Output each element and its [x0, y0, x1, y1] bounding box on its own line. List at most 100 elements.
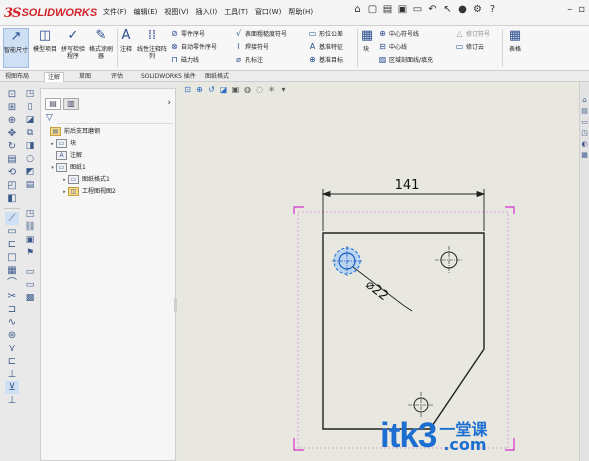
file-explorer-icon[interactable]: ▭ [581, 118, 589, 127]
help-icon[interactable]: ? [487, 4, 498, 16]
display-icon[interactable]: ◧ [5, 192, 19, 205]
format-painter-button[interactable]: ✎ 格式涂刷器 [88, 28, 114, 60]
center-mark-button[interactable]: ⊕ 中心符号线 [378, 28, 419, 39]
spell-check-button[interactable]: ✓ 拼写检验程序 [60, 28, 86, 60]
zoom-in-out-icon[interactable]: ⊕ [5, 114, 19, 127]
select-icon[interactable]: ↖ [442, 4, 453, 16]
open-icon[interactable]: ▤ [382, 4, 393, 16]
new-document-icon[interactable]: ▢ [367, 4, 378, 16]
tab-evaluate[interactable]: 评估 [108, 72, 126, 82]
print-icon[interactable]: ▭ [412, 4, 423, 16]
rotate-icon[interactable]: ⟲ [5, 166, 19, 179]
color-icon[interactable]: ◩ [23, 166, 37, 179]
cut-icon[interactable]: ◪ [23, 114, 37, 127]
sketch-arc-icon[interactable]: ⌒ [5, 277, 19, 290]
grid-icon[interactable]: ▤ [23, 179, 37, 192]
appearances-icon[interactable]: ◐ [581, 140, 589, 149]
expander-icon[interactable]: ▸ [61, 186, 68, 198]
menu-view[interactable]: 视图(V) [164, 7, 188, 17]
view-icon[interactable]: ◰ [5, 179, 19, 192]
sketch-relation-icon[interactable]: ⊻ [5, 381, 19, 394]
flag-icon[interactable]: ⚑ [23, 247, 37, 260]
model-items-button[interactable]: ◫ 模型项目 [32, 28, 58, 53]
solidworks-logo[interactable]: 3S SOLIDWORKS [4, 5, 97, 21]
chain-icon[interactable]: ⛓ [23, 221, 37, 234]
filter-icon[interactable]: ▽ [46, 113, 53, 123]
datum-target-button[interactable]: ⊕ 基准目标 [308, 54, 343, 65]
sketch-trim-icon[interactable]: ✂ [5, 290, 19, 303]
sketch-point-icon[interactable]: ⊛ [5, 329, 19, 342]
tab-sketch[interactable]: 草图 [76, 72, 94, 82]
rebuild-icon[interactable]: ● [457, 4, 468, 16]
home-icon[interactable]: ⌂ [352, 4, 363, 16]
tab-sheet-format[interactable]: 图纸格式 [202, 72, 232, 82]
redraw-icon[interactable]: ↻ [5, 140, 19, 153]
zoom-area-icon[interactable]: ⊕ [195, 85, 204, 94]
feature-tree-tab-icon[interactable]: ▤ [45, 98, 61, 110]
menu-edit[interactable]: 编辑(E) [134, 7, 158, 17]
menu-tools[interactable]: 工具(T) [224, 7, 248, 17]
width-dimension-text[interactable]: 141 [395, 178, 420, 193]
view-settings-icon[interactable]: ▾ [279, 85, 288, 94]
property-manager-tab-icon[interactable]: ▥ [63, 98, 79, 110]
annotation-view-icon[interactable]: ◳ [23, 88, 37, 101]
sketch-bracket-icon[interactable]: ⊏ [5, 355, 19, 368]
minimize-icon[interactable]: – [567, 4, 572, 15]
design-library-icon[interactable]: ▤ [581, 107, 589, 116]
selected-hole[interactable] [332, 246, 362, 276]
sketch-slot-icon[interactable]: ⊏ [5, 238, 19, 251]
tree-node-drawing-view2[interactable]: ▸ ◫ 工程图视图2 [43, 186, 175, 198]
tree-node-annotations[interactable]: A 注解 [43, 150, 175, 162]
surface-finish-button[interactable]: √ 表面粗糙度符号 [234, 28, 287, 39]
zoom-fit-icon[interactable]: ⊡ [5, 88, 19, 101]
tree-node-sheet-format1[interactable]: ▸ ▭ 图纸格式1 [43, 174, 175, 186]
zoom-to-fit-icon[interactable]: ⊡ [183, 85, 192, 94]
smart-dimension-button[interactable]: ↗ 智能尺寸 [3, 28, 29, 68]
centerline-button[interactable]: ⊟ 中心线 [378, 41, 407, 52]
restore-icon[interactable]: ▫ [578, 4, 585, 15]
blocks-button[interactable]: ▦ 块 [359, 28, 373, 53]
resources-icon[interactable]: ⌂ [581, 96, 589, 105]
menu-window[interactable]: 窗口(W) [255, 7, 281, 17]
sketch-base-icon[interactable]: ⊥ [5, 368, 19, 381]
sketch-offset-icon[interactable]: ⊐ [5, 303, 19, 316]
section-view-icon[interactable]: ◪ [219, 85, 228, 94]
save-icon[interactable]: ▣ [397, 4, 408, 16]
view-palette-icon[interactable]: ◳ [581, 129, 589, 138]
camera-icon[interactable]: ▩ [23, 292, 37, 305]
custom-properties-icon[interactable]: ▦ [581, 151, 589, 160]
hide-icon[interactable]: ◳ [23, 208, 37, 221]
property-icon[interactable]: ◨ [23, 140, 37, 153]
revision-symbol-button[interactable]: △ 修订符号 [455, 28, 490, 39]
auto-balloon-button[interactable]: ⊗ 自动零件序号 [170, 41, 217, 52]
note-button[interactable]: A 注释 [118, 28, 134, 53]
sketch-table-icon[interactable]: ▦ [5, 264, 19, 277]
tab-annotation[interactable]: 注解 [44, 72, 65, 82]
display-style-icon[interactable]: ◍ [243, 85, 252, 94]
undo-icon[interactable]: ↶ [427, 4, 438, 16]
layer-icon[interactable]: ▤ [5, 153, 19, 166]
magnetic-line-button[interactable]: ⊓ 磁力线 [170, 54, 199, 65]
options-icon[interactable]: ⚙ [472, 4, 483, 16]
tree-root[interactable]: ▤ 前后支耳磨钢 [43, 126, 175, 138]
page2-icon[interactable]: ▭ [23, 279, 37, 292]
hide-show-icon[interactable]: ◌ [255, 85, 264, 94]
width-dimension[interactable] [321, 189, 486, 231]
previous-view-icon[interactable]: ↺ [207, 85, 216, 94]
image-icon[interactable]: ▣ [23, 234, 37, 247]
sketch-ground-icon[interactable]: ⊥ [5, 394, 19, 407]
filter-input[interactable] [57, 114, 173, 124]
tree-node-sheet1[interactable]: ▾ ▭ 图纸1 [43, 162, 175, 174]
hole-right[interactable] [435, 246, 463, 274]
pan-icon[interactable]: ✥ [5, 127, 19, 140]
sketch-rect-icon[interactable]: ▭ [5, 225, 19, 238]
menu-help[interactable]: 帮助(H) [288, 7, 313, 17]
expander-icon[interactable]: ▸ [49, 138, 56, 150]
balloon-button[interactable]: ⊘ 零件序号 [170, 28, 205, 39]
hole-dimension-text[interactable]: ⌀22 [363, 277, 391, 304]
expander-icon[interactable]: ▾ [49, 162, 56, 174]
weld-symbol-button[interactable]: ⌇ 焊接符号 [234, 41, 269, 52]
menu-file[interactable]: 文件(F) [103, 7, 127, 17]
sketch-mirror-icon[interactable]: ⋎ [5, 342, 19, 355]
menu-insert[interactable]: 插入(I) [196, 7, 218, 17]
